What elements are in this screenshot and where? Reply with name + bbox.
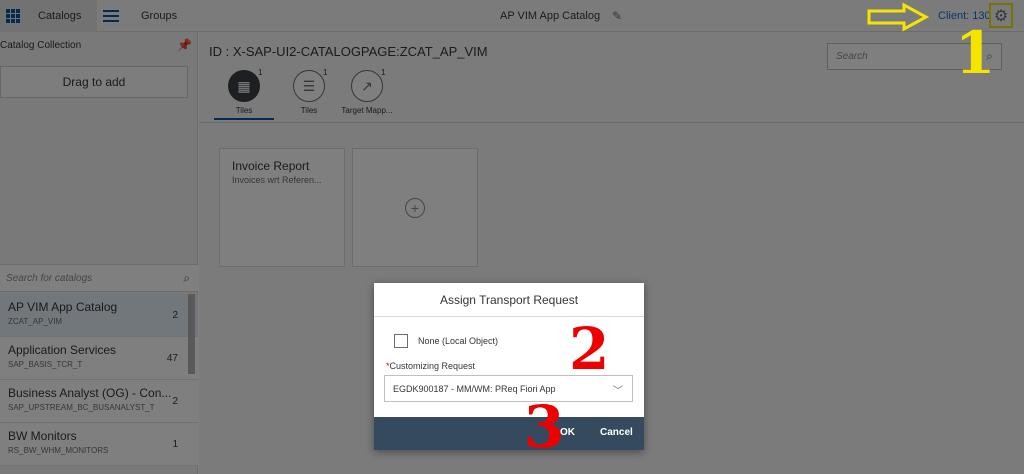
customizing-request-text: Customizing Request bbox=[389, 361, 476, 371]
annotation-marker-2: 2 bbox=[569, 315, 610, 383]
local-object-checkbox[interactable] bbox=[394, 334, 408, 348]
customizing-request-value: EGDK900187 - MM/WM: PReq Fiori App bbox=[393, 383, 556, 394]
customizing-request-label: *Customizing Request bbox=[386, 361, 475, 371]
chevron-down-icon[interactable]: ﹀ bbox=[613, 382, 623, 397]
annotation-marker-3: 3 bbox=[524, 393, 565, 461]
local-object-checkbox-row[interactable]: None (Local Object) bbox=[394, 334, 498, 348]
dialog-footer: OK Cancel bbox=[374, 417, 644, 450]
cancel-button[interactable]: Cancel bbox=[600, 427, 633, 438]
local-object-label: None (Local Object) bbox=[418, 336, 499, 346]
dialog-title: Assign Transport Request bbox=[374, 283, 644, 317]
annotation-marker-1: 1 bbox=[955, 19, 996, 87]
annotation-arrow-icon bbox=[867, 2, 930, 32]
